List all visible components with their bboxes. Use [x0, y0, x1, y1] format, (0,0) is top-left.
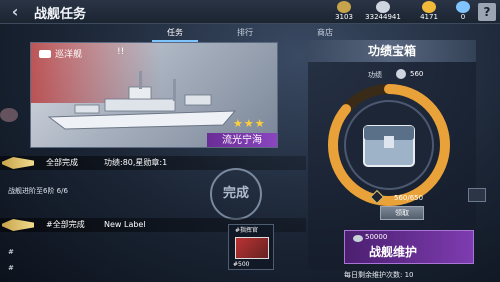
page-title: 战舰任务	[34, 7, 87, 22]
ship-image	[47, 71, 237, 130]
task-status: #全部完成	[46, 220, 85, 229]
maintenance-cost: 50000	[365, 233, 388, 241]
progress-ring-svg	[328, 84, 450, 206]
ship-type-icon	[39, 50, 51, 58]
task-description: 战舰进阶至6阶 6/6	[8, 187, 68, 195]
progress-text: 560/650	[394, 194, 424, 202]
claim-button[interactable]: 领取	[380, 206, 424, 220]
task-header: 全部完成 功绩:80,星勋章:1	[0, 156, 306, 170]
reward-item-count: #500	[233, 261, 250, 268]
gold-coin-icon	[422, 1, 436, 13]
wings-badge-icon	[2, 219, 34, 231]
task-placeholder: #	[8, 264, 14, 272]
tab-tasks[interactable]: 任务	[140, 26, 210, 42]
tab-bar: 任务 排行 商店	[120, 26, 370, 42]
help-button[interactable]: ?	[478, 3, 496, 21]
task-placeholder: #	[8, 248, 14, 256]
wings-badge-icon	[2, 157, 34, 169]
resource-gold[interactable]: 4171	[414, 0, 444, 24]
tab-shop[interactable]: 商店	[290, 26, 360, 40]
resource-silver-value: 33244941	[365, 13, 401, 21]
resource-gem-value: 0	[460, 13, 466, 21]
resource-gold-value: 4171	[420, 13, 438, 21]
task-reward: New Label	[104, 220, 146, 229]
treasure-chest-icon	[363, 125, 415, 167]
ship-card[interactable]: 巡洋舰 !! ★★★ 流光宁海	[30, 42, 278, 148]
star-rating: ★★★	[233, 117, 266, 130]
ship-alert-mark: !!	[117, 47, 125, 57]
silver-coin-icon	[376, 1, 390, 13]
ship-name: 流光宁海	[207, 133, 277, 147]
tab-ranking[interactable]: 排行	[210, 26, 280, 40]
medal-icon	[337, 1, 351, 13]
resource-silver[interactable]: 33244941	[360, 0, 406, 24]
side-decor-icon	[0, 108, 18, 122]
merit-icon	[396, 69, 406, 79]
merit-value: 560	[410, 70, 424, 78]
chest-progress-ring[interactable]	[324, 80, 454, 210]
ship-type-label: 巡洋舰	[55, 50, 83, 60]
switch-icon[interactable]	[468, 188, 486, 202]
resource-gem[interactable]: 0	[452, 0, 474, 24]
reward-item-tag: #指挥官	[235, 227, 259, 234]
reward-item[interactable]: #指挥官 #500	[228, 224, 274, 270]
resource-medal[interactable]: 3103	[334, 0, 354, 24]
task-reward: 功绩:80,星勋章:1	[104, 158, 168, 167]
back-arrow-icon: ‹	[11, 2, 19, 21]
maintenance-label: 战舰维护	[369, 245, 418, 259]
task-status: 全部完成	[46, 158, 78, 167]
merit-label: 功绩	[368, 71, 382, 79]
back-button[interactable]: ‹	[4, 2, 26, 22]
chest-title: 功绩宝箱	[308, 40, 476, 62]
top-bar: ‹ 战舰任务 3103 33244941 4171 0 ?	[0, 0, 500, 24]
daily-maintenance-count: 每日剩余维护次数: 10	[344, 271, 414, 279]
gem-icon	[456, 1, 470, 13]
silver-coin-icon	[353, 235, 363, 242]
chest-icon	[235, 237, 269, 259]
maintenance-button[interactable]: 50000 战舰维护	[344, 230, 474, 264]
resource-medal-value: 3103	[335, 13, 353, 21]
complete-stamp: 完成	[210, 168, 262, 220]
